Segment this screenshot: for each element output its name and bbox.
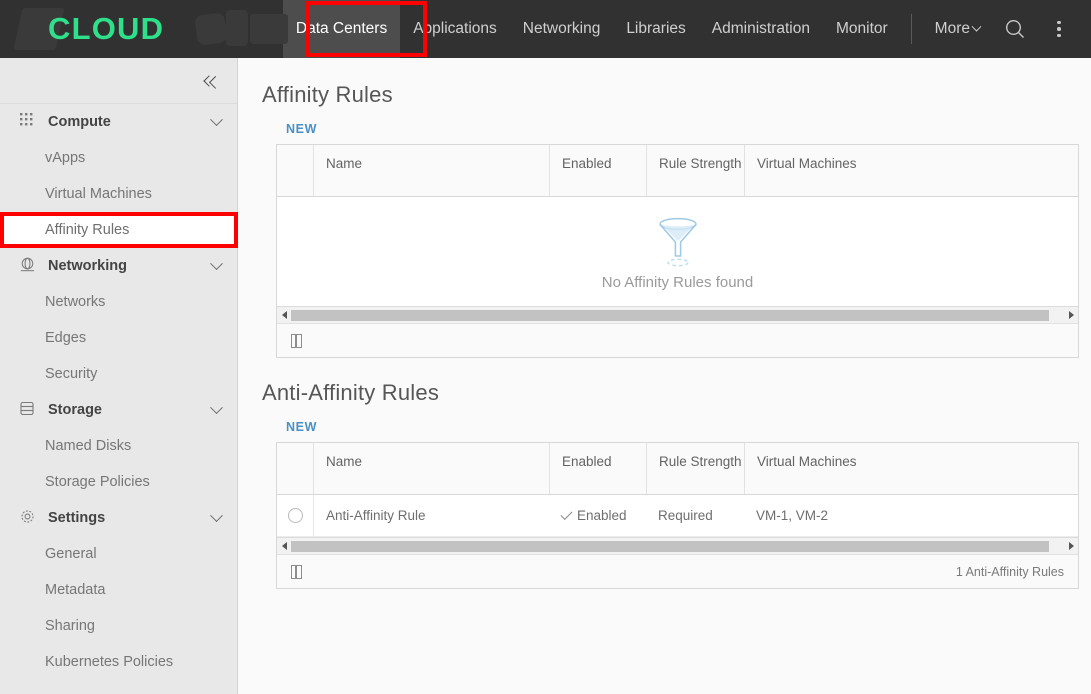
- column-header-rule-strength[interactable]: Rule Strength: [646, 443, 744, 494]
- scroll-track[interactable]: [291, 309, 1064, 321]
- grid-dots-icon: [20, 113, 40, 131]
- sidebar-group-settings[interactable]: Settings: [0, 500, 237, 536]
- nav-item-libraries[interactable]: Libraries: [613, 0, 698, 58]
- table-row[interactable]: Anti-Affinity Rule Enabled Required VM-1…: [277, 494, 1078, 537]
- sidebar-group-label: Settings: [48, 510, 106, 526]
- chevron-down-icon: [971, 21, 982, 32]
- affinity-rules-table: Name Enabled Rule Strength Virtual Machi…: [276, 144, 1079, 358]
- scroll-right-arrow-icon[interactable]: [1064, 542, 1078, 550]
- nav-item-administration[interactable]: Administration: [699, 0, 823, 58]
- nav-item-monitor[interactable]: Monitor: [823, 0, 901, 58]
- sidebar-group-storage[interactable]: Storage: [0, 392, 237, 428]
- sidebar-item-vapps[interactable]: vApps: [0, 140, 237, 176]
- column-header-virtual-machines[interactable]: Virtual Machines: [744, 145, 1078, 196]
- database-icon: [20, 401, 40, 419]
- row-radio-button[interactable]: [287, 508, 303, 523]
- nav-item-applications[interactable]: Applications: [400, 0, 510, 58]
- nav-item-networking[interactable]: Networking: [510, 0, 614, 58]
- sidebar-group-compute[interactable]: Compute: [0, 104, 237, 140]
- sidebar-group-label: Networking: [48, 258, 127, 274]
- sidebar-item-kubernetes-policies[interactable]: Kubernetes Policies: [0, 644, 237, 680]
- funnel-icon: [658, 217, 697, 267]
- affinity-empty-state: No Affinity Rules found: [277, 197, 1078, 306]
- sidebar-item-affinity-rules-wrap: Affinity Rules: [0, 212, 238, 248]
- table-header-row: Name Enabled Rule Strength Virtual Machi…: [277, 443, 1078, 495]
- nav-item-data-centers[interactable]: Data Centers: [282, 0, 401, 58]
- anti-affinity-rules-title: Anti-Affinity Rules: [262, 380, 440, 405]
- logo-decoration-shape: [194, 12, 228, 46]
- affinity-new-button[interactable]: NEW: [286, 122, 317, 136]
- sidebar-group-networking[interactable]: Networking: [0, 248, 237, 284]
- row-virtual-machines-cell: VM-1, VM-2: [756, 508, 829, 523]
- column-settings-icon[interactable]: [291, 333, 302, 348]
- anti-affinity-horizontal-scrollbar[interactable]: [277, 537, 1078, 554]
- main-nav: Data Centers Applications Networking Lib…: [282, 0, 993, 58]
- sidebar-group-label: Compute: [48, 114, 111, 130]
- row-select-cell: [277, 508, 313, 523]
- scroll-right-arrow-icon[interactable]: [1064, 311, 1078, 319]
- sidebar-item-named-disks[interactable]: Named Disks: [0, 428, 237, 464]
- top-bar-actions: [993, 0, 1091, 58]
- logo-decoration-shape: [250, 14, 288, 44]
- column-header-rule-strength[interactable]: Rule Strength: [646, 145, 744, 196]
- column-header-enabled[interactable]: Enabled: [549, 145, 646, 196]
- affinity-table-footer: [277, 323, 1078, 357]
- kebab-menu-icon: [1057, 20, 1061, 38]
- sidebar-collapse-button[interactable]: [0, 58, 237, 104]
- column-header-select: [277, 443, 313, 494]
- gear-icon: [20, 509, 40, 527]
- nav-item-more[interactable]: More: [922, 0, 993, 58]
- nav-divider: [910, 14, 912, 44]
- column-header-name[interactable]: Name: [313, 443, 549, 494]
- column-settings-icon[interactable]: [291, 564, 302, 579]
- chevron-down-icon: [210, 112, 223, 126]
- sidebar-item-metadata[interactable]: Metadata: [0, 572, 237, 608]
- chevron-down-icon: [210, 256, 223, 270]
- main-content: Affinity Rules NEW Name Enabled Rule Str…: [239, 58, 1091, 694]
- nav-more-label: More: [934, 20, 970, 37]
- sidebar-item-affinity-rules[interactable]: Affinity Rules: [0, 212, 237, 248]
- sidebar-item-edges[interactable]: Edges: [0, 320, 237, 356]
- double-chevron-left-icon: [203, 74, 219, 88]
- check-icon: [560, 507, 573, 521]
- sidebar-item-security[interactable]: Security: [0, 356, 237, 392]
- row-name-cell: Anti-Affinity Rule: [313, 494, 549, 537]
- column-header-select: [277, 145, 313, 196]
- column-header-virtual-machines[interactable]: Virtual Machines: [744, 443, 1078, 494]
- globe-icon: [20, 257, 40, 275]
- affinity-horizontal-scrollbar[interactable]: [277, 306, 1078, 323]
- affinity-rules-title: Affinity Rules: [262, 82, 393, 107]
- table-header-row: Name Enabled Rule Strength Virtual Machi…: [277, 145, 1078, 197]
- column-header-enabled[interactable]: Enabled: [549, 443, 646, 494]
- sidebar-item-virtual-machines[interactable]: Virtual Machines: [0, 176, 237, 212]
- logo-text: CLOUD: [48, 11, 165, 46]
- sidebar-item-general[interactable]: General: [0, 536, 237, 572]
- row-rule-strength-cell: Required: [658, 508, 713, 523]
- top-navigation-bar: CLOUD Data Centers Applications Networki…: [0, 0, 1091, 58]
- chevron-down-icon: [210, 508, 223, 522]
- scroll-left-arrow-icon[interactable]: [277, 311, 291, 319]
- column-header-name[interactable]: Name: [313, 145, 549, 196]
- row-enabled-cell: Enabled: [549, 507, 646, 523]
- scroll-track[interactable]: [291, 540, 1064, 552]
- affinity-empty-text: No Affinity Rules found: [601, 274, 754, 291]
- sidebar-item-sharing[interactable]: Sharing: [0, 608, 237, 644]
- chevron-down-icon: [210, 400, 223, 414]
- anti-affinity-table-footer: 1 Anti-Affinity Rules: [277, 554, 1078, 588]
- sidebar-item-networks[interactable]: Networks: [0, 284, 237, 320]
- scroll-left-arrow-icon[interactable]: [277, 542, 291, 550]
- search-icon: [1005, 19, 1024, 38]
- logo-decoration-shape: [226, 10, 248, 46]
- anti-affinity-rules-table: Name Enabled Rule Strength Virtual Machi…: [276, 442, 1079, 589]
- sidebar: Compute vApps Virtual Machines Affinity …: [0, 58, 238, 694]
- row-enabled-label: Enabled: [577, 508, 627, 523]
- overflow-menu-button[interactable]: [1037, 0, 1081, 58]
- sidebar-item-storage-policies[interactable]: Storage Policies: [0, 464, 237, 500]
- search-button[interactable]: [993, 0, 1037, 58]
- anti-affinity-new-button[interactable]: NEW: [286, 420, 317, 434]
- anti-affinity-footer-count: 1 Anti-Affinity Rules: [955, 564, 1064, 579]
- logo[interactable]: CLOUD: [0, 0, 288, 58]
- sidebar-group-label: Storage: [48, 402, 102, 418]
